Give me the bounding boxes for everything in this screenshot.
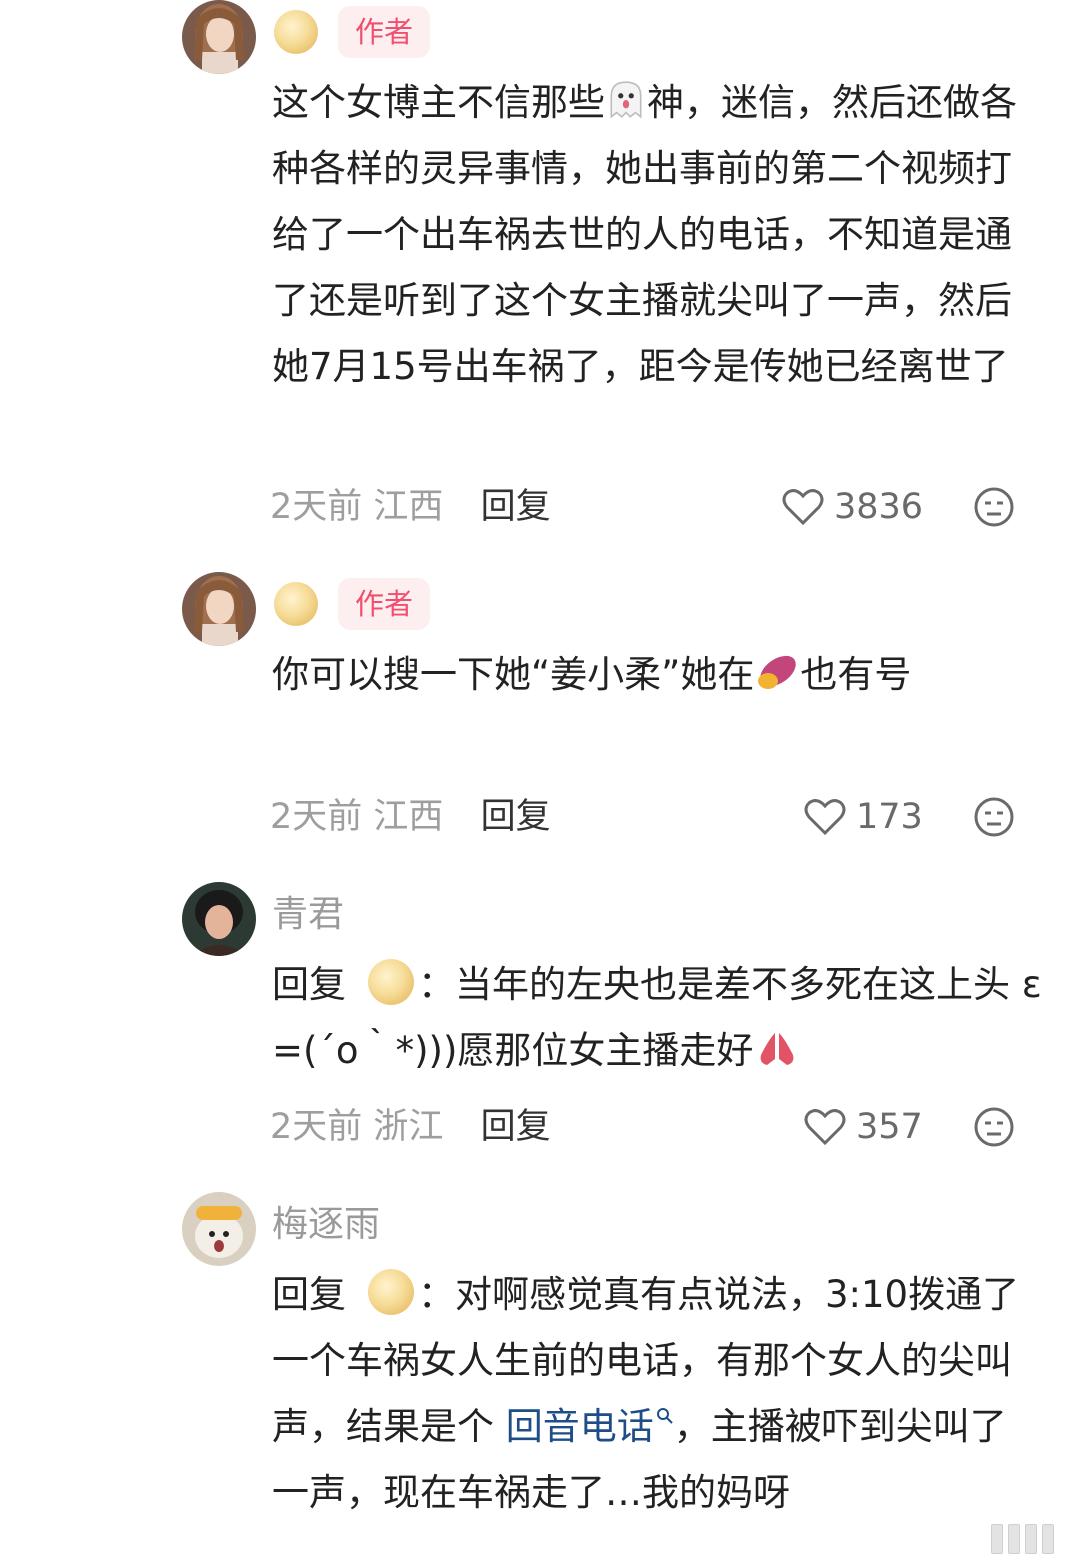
username[interactable]: 青君: [272, 890, 344, 940]
reply-button[interactable]: 回复: [481, 1107, 551, 1147]
reply-button[interactable]: 回复: [481, 797, 551, 837]
search-link[interactable]: 回音电话: [506, 1405, 674, 1448]
ghost-icon: [610, 81, 642, 119]
comment-location: 江西: [373, 487, 444, 527]
reply-button[interactable]: 回复: [481, 487, 551, 527]
heart-icon: [782, 489, 824, 526]
author-tag: 作者: [338, 578, 430, 630]
sweet-potato-icon: [758, 655, 797, 689]
comment-text: 这个女博主不信那些 神，迷信，然后还做各种各样的灵异事情，她出事前的第二个视频打给…: [272, 81, 1017, 388]
user-avatar[interactable]: [182, 882, 256, 956]
heart-icon: [804, 1109, 846, 1146]
dislike-face-icon[interactable]: [973, 796, 1015, 838]
like-button[interactable]: 357: [804, 1102, 923, 1152]
like-count: 357: [856, 1107, 923, 1147]
moon-avatar-icon: [368, 1269, 414, 1315]
comment-time: 2天前: [270, 797, 363, 837]
reply-prefix: 回复: [272, 1273, 346, 1316]
comment-time: 2天前: [270, 1107, 363, 1147]
comment-time: 2天前: [270, 487, 363, 527]
like-count: 173: [856, 797, 923, 837]
comment-meta: 2天前 江西 回复: [270, 792, 551, 842]
like-button[interactable]: 173: [804, 792, 923, 842]
dislike-face-icon[interactable]: [973, 486, 1015, 528]
heart-icon: [804, 799, 846, 836]
comment-text: 你可以搜一下她“姜小柔”她在 也有号: [272, 642, 1042, 708]
reply-prefix: 回复: [272, 963, 346, 1006]
comment-text: 回复 ：当年的左央也是差不多死在这上头 ε =(´ο｀*)))愿那位女主播走好: [272, 952, 1042, 1084]
comment-meta: 2天前 浙江 回复: [270, 1102, 551, 1152]
dislike-face-icon[interactable]: [973, 1106, 1015, 1148]
praying-hands-icon: [760, 1033, 794, 1065]
watermark-icon: [991, 1524, 1054, 1554]
moon-avatar-icon: [368, 959, 414, 1005]
moon-avatar-icon: [274, 10, 318, 54]
like-button[interactable]: 3836: [782, 482, 923, 532]
search-icon: [656, 1408, 673, 1424]
username[interactable]: 梅逐雨: [272, 1200, 380, 1250]
comment-text: 回复 ：对啊感觉真有点说法，3:10拨通了一个车祸女人生前的电话，有那个女人的尖叫…: [272, 1262, 1042, 1526]
comment-meta: 2天前 江西 回复: [270, 482, 551, 532]
user-avatar[interactable]: [182, 1192, 256, 1266]
author-tag: 作者: [338, 6, 430, 58]
moon-avatar-icon: [274, 582, 318, 626]
user-avatar[interactable]: [182, 0, 256, 74]
comment-location: 江西: [373, 797, 444, 837]
user-avatar[interactable]: [182, 572, 256, 646]
comment-location: 浙江: [373, 1107, 444, 1147]
like-count: 3836: [834, 487, 924, 527]
